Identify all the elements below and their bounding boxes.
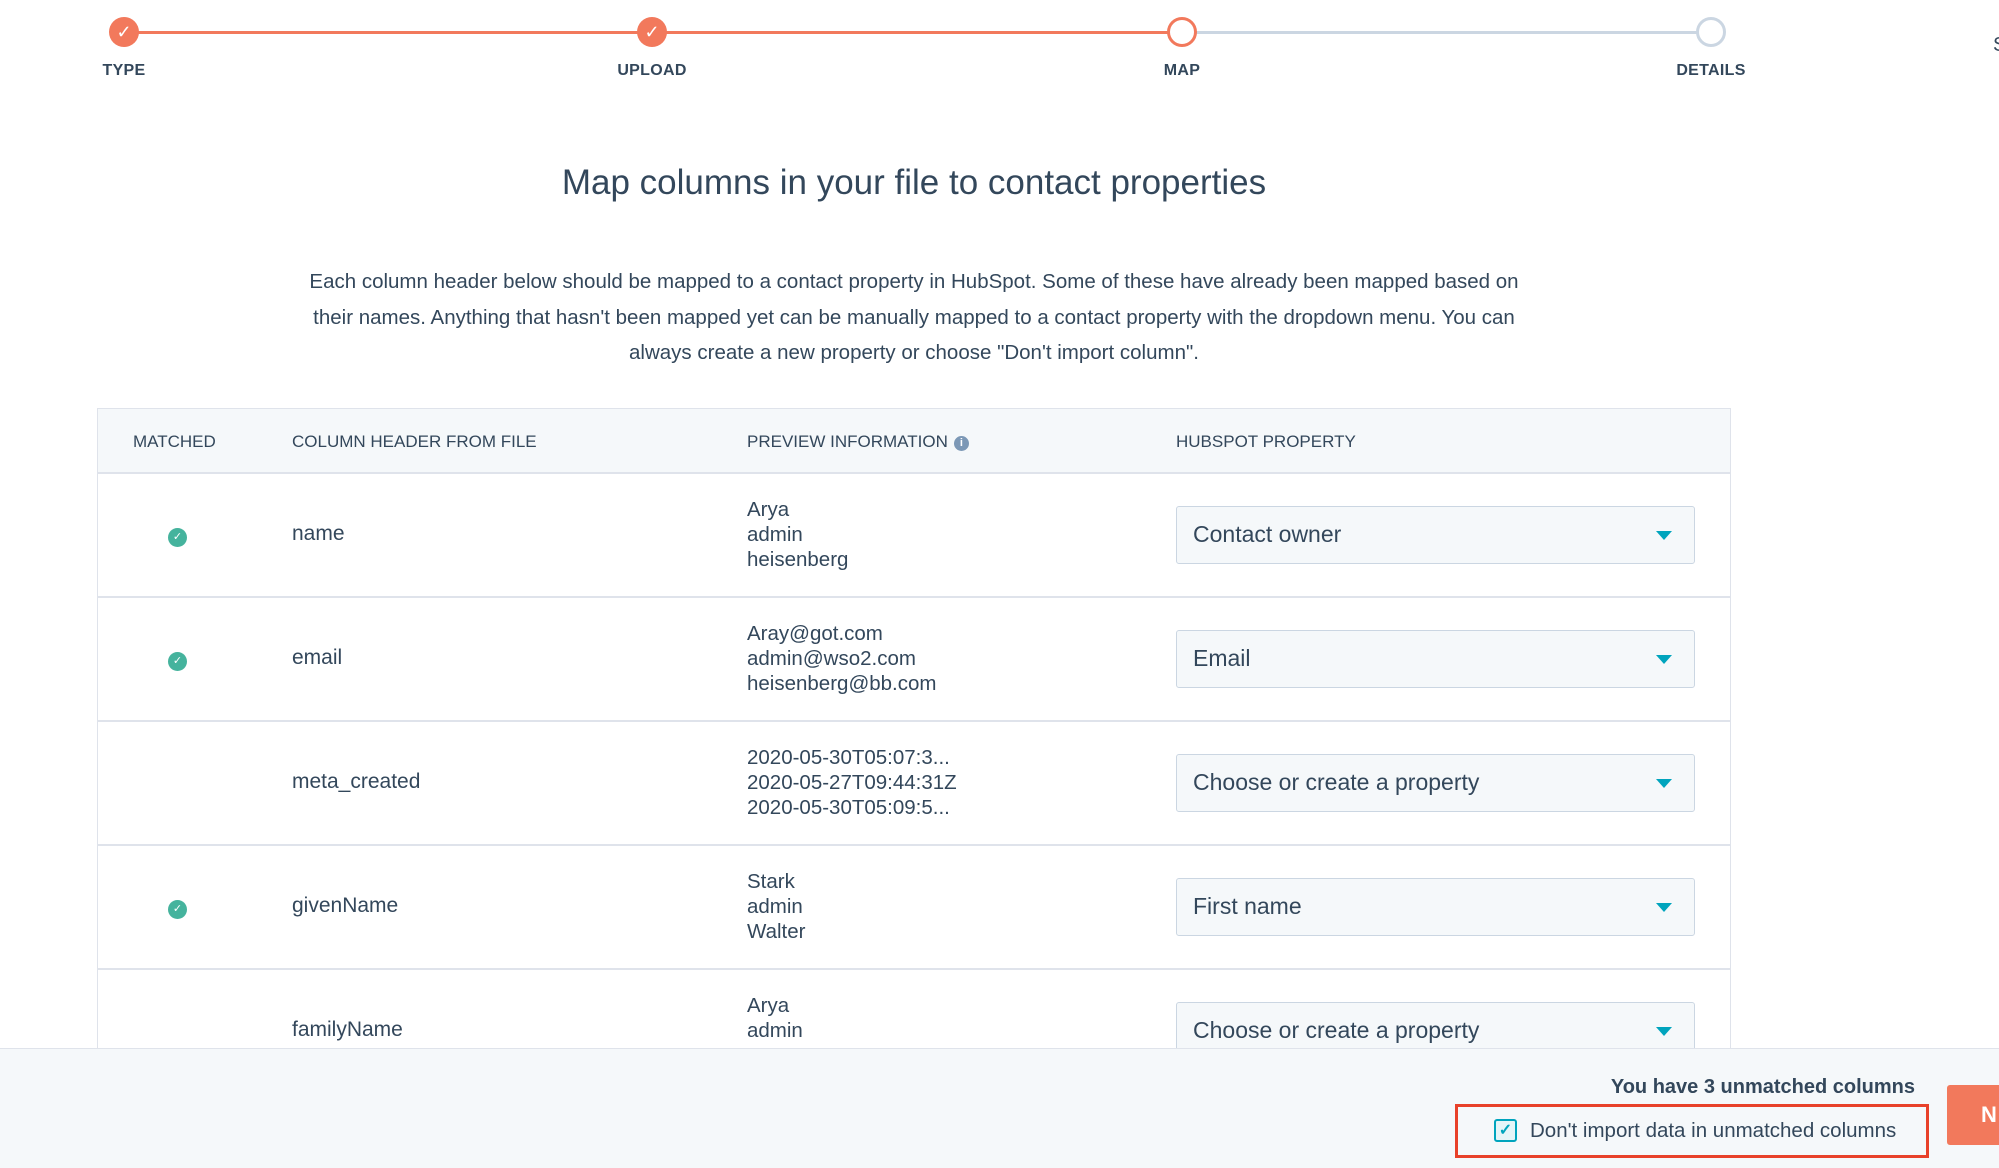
- header-property: HUBSPOT PROPERTY: [1176, 432, 1356, 451]
- preview-value: heisenberg@bb.com: [747, 672, 937, 695]
- header-matched: MATCHED: [133, 432, 216, 451]
- preview-value: heisenberg: [747, 548, 849, 571]
- chevron-down-icon: [1656, 531, 1672, 540]
- table-row: ✓ email Aray@got.com admin@wso2.com heisenbe…: [98, 598, 1730, 722]
- checkbox-dont-import[interactable]: ✓: [1494, 1119, 1517, 1142]
- preview-value: Arya: [747, 994, 790, 1017]
- info-icon[interactable]: i: [953, 436, 969, 451]
- property-dropdown-value: Contact owner: [1193, 521, 1342, 547]
- column-header-name: familyName: [292, 1018, 403, 1041]
- header-preview-label: PREVIEW INFORMATION: [747, 432, 948, 451]
- preview-value: 2020-05-27T09:44:31Z: [747, 771, 957, 794]
- chevron-down-icon: [1656, 903, 1672, 912]
- property-dropdown[interactable]: Email: [1176, 630, 1695, 688]
- preview-value: 2020-05-30T05:07:3...: [747, 746, 950, 769]
- header-column: COLUMN HEADER FROM FILE: [292, 432, 537, 451]
- step-details-indicator: [1696, 17, 1726, 47]
- chevron-down-icon: [1656, 1027, 1672, 1036]
- preview-value: Arya: [747, 498, 790, 521]
- preview-info: Aray@got.com admin@wso2.com heisenberg@bb.…: [747, 621, 936, 696]
- table-row: ✓ givenName Stark admin Walter First name: [98, 846, 1730, 970]
- property-dropdown-value: Email: [1193, 645, 1251, 671]
- step-label-details: DETAILS: [1676, 62, 1746, 79]
- preview-info: 2020-05-30T05:07:3... 2020-05-27T09:44:31…: [747, 745, 957, 820]
- chevron-down-icon: [1656, 655, 1672, 664]
- step-label-map: MAP: [1163, 62, 1201, 79]
- preview-info: Stark admin Walter: [747, 869, 805, 944]
- property-dropdown-value: Choose or create a property: [1193, 1017, 1480, 1043]
- preview-value: 2020-05-30T05:09:5...: [747, 796, 950, 819]
- preview-value: admin@wso2.com: [747, 647, 916, 670]
- chevron-down-icon: [1656, 779, 1672, 788]
- cut-off-label: S: [1993, 34, 1999, 57]
- preview-value: Stark: [747, 870, 795, 893]
- preview-info: Arya admin: [747, 993, 803, 1043]
- table-row: meta_created 2020-05-30T05:07:3... 2020-05…: [98, 722, 1730, 846]
- matched-check-icon: ✓: [168, 528, 187, 547]
- next-button[interactable]: N: [1947, 1085, 1999, 1145]
- page-description: Each column header below should be mappe…: [309, 270, 1519, 364]
- preview-value: Walter: [747, 920, 806, 943]
- column-header-name: name: [292, 522, 345, 545]
- property-dropdown-value: First name: [1193, 893, 1302, 919]
- table-header: MATCHED COLUMN HEADER FROM FILE PREVIEW …: [98, 409, 1730, 474]
- preview-value: Aray@got.com: [747, 622, 883, 645]
- page-title: Map columns in your file to contact prop…: [561, 163, 1267, 202]
- highlight-box: ✓ Don't import data in unmatched columns: [1455, 1104, 1929, 1158]
- mapping-table: MATCHED COLUMN HEADER FROM FILE PREVIEW …: [97, 408, 1731, 1108]
- step-type-check-icon: ✓: [109, 17, 139, 47]
- footer-bar: You have 3 unmatched columns ✓ Don't imp…: [0, 1048, 1999, 1168]
- step-upload-check-icon: ✓: [637, 17, 667, 47]
- column-header-name: email: [292, 646, 343, 669]
- matched-check-icon: ✓: [168, 900, 187, 919]
- step-label-type: TYPE: [102, 62, 146, 79]
- preview-value: admin: [747, 523, 803, 546]
- preview-info: Arya admin heisenberg: [747, 497, 848, 572]
- progress-stepper: ✓ ✓ TYPE UPLOAD MAP DETAILS S: [0, 0, 1999, 100]
- preview-value: admin: [747, 1019, 803, 1042]
- column-header-name: givenName: [292, 894, 399, 917]
- preview-value: admin: [747, 895, 803, 918]
- checkbox-label[interactable]: Don't import data in unmatched columns: [1530, 1119, 1896, 1143]
- table-row: ✓ name Arya admin heisenberg Contact owner: [98, 474, 1730, 598]
- progress-line-remaining: [1182, 31, 1711, 34]
- property-dropdown-value: Choose or create a property: [1193, 769, 1480, 795]
- header-preview: PREVIEW INFORMATION i: [747, 432, 969, 452]
- step-map-indicator: [1167, 17, 1197, 47]
- property-dropdown[interactable]: Contact owner: [1176, 506, 1695, 564]
- column-header-name: meta_created: [292, 770, 421, 793]
- property-dropdown[interactable]: Choose or create a property: [1176, 754, 1695, 812]
- property-dropdown[interactable]: First name: [1176, 878, 1695, 936]
- step-label-upload: UPLOAD: [617, 62, 687, 79]
- unmatched-count: You have 3 unmatched columns: [1610, 1076, 1915, 1098]
- matched-check-icon: ✓: [168, 652, 187, 671]
